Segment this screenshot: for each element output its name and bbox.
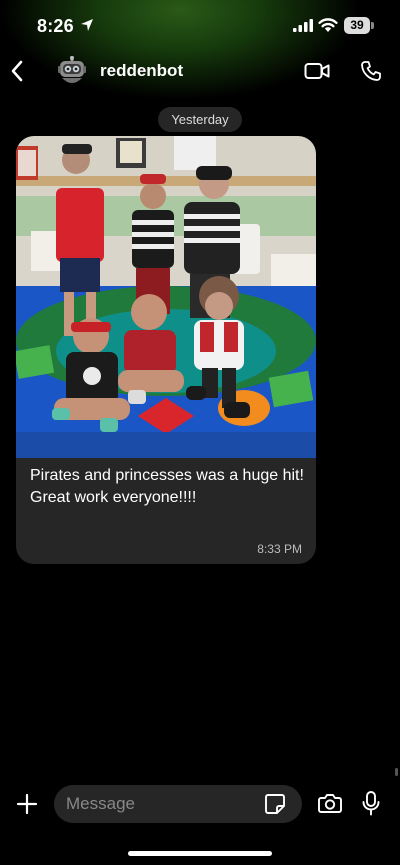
battery-level: 39: [344, 17, 370, 34]
phone-call-icon[interactable]: [360, 60, 382, 82]
robot-avatar-icon[interactable]: [58, 56, 86, 86]
message-bubble[interactable]: Pirates and princesses was a huge hit! G…: [16, 136, 316, 564]
battery-tip: [371, 22, 374, 29]
microphone-icon[interactable]: [362, 791, 380, 816]
back-chevron-icon[interactable]: [10, 60, 24, 82]
camera-icon[interactable]: [318, 793, 342, 813]
plus-icon[interactable]: [16, 793, 38, 815]
message-timestamp: 8:33 PM: [257, 542, 302, 556]
location-arrow-icon: [81, 19, 93, 31]
message-photo[interactable]: [16, 136, 316, 458]
contact-name[interactable]: reddenbot: [100, 61, 183, 81]
battery-icon: 39: [344, 17, 374, 34]
sticker-icon[interactable]: [264, 793, 286, 815]
message-text[interactable]: Pirates and princesses was a huge hit! G…: [30, 465, 310, 509]
scroll-indicator: [395, 768, 398, 776]
date-separator: Yesterday: [158, 107, 242, 132]
cellular-signal-icon: [293, 19, 313, 32]
status-time: 8:26: [37, 16, 74, 36]
video-call-icon[interactable]: [304, 61, 330, 81]
message-placeholder: Message: [66, 794, 135, 813]
status-bar: 8:26 39: [0, 0, 400, 50]
home-indicator[interactable]: [128, 851, 272, 856]
wifi-icon: [318, 18, 338, 32]
